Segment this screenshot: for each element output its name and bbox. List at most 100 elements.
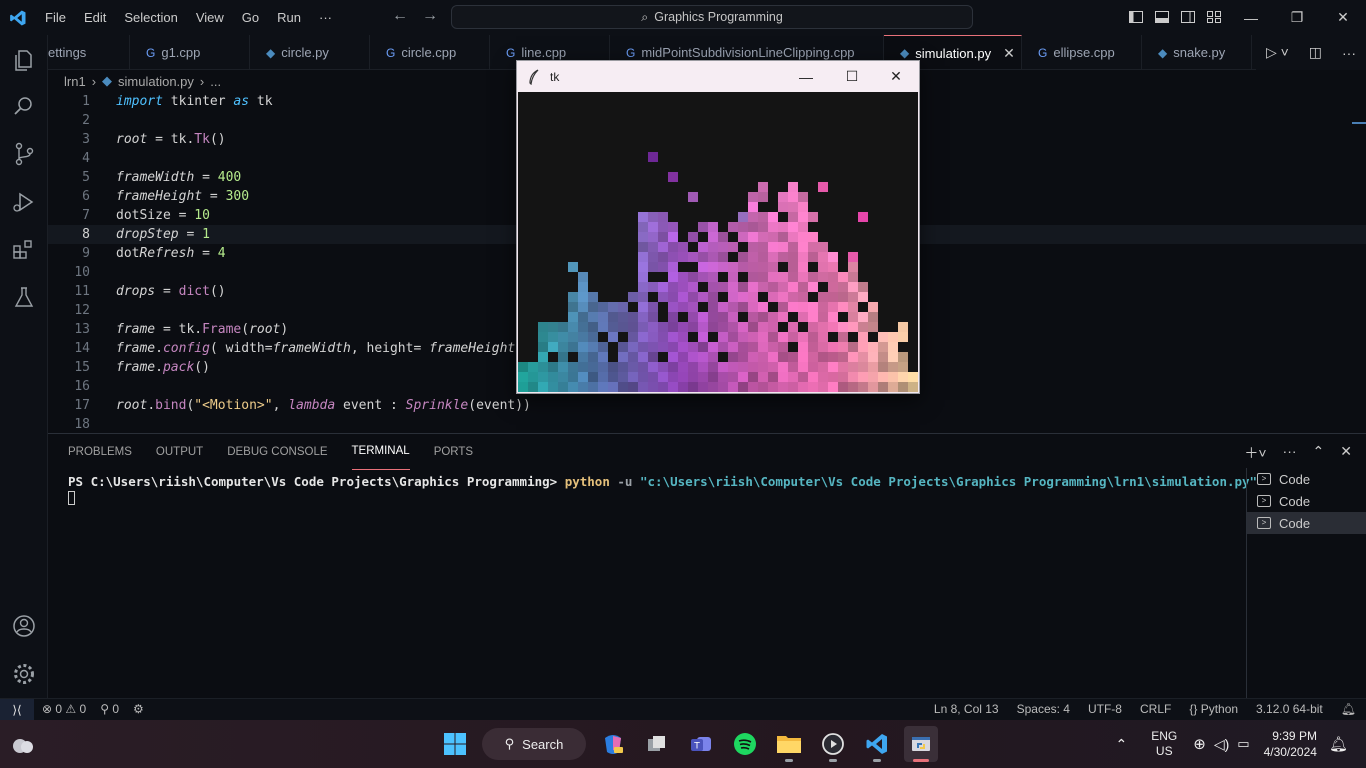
menu-file[interactable]: File [36,0,75,35]
vscode-taskbar-icon[interactable] [860,726,894,762]
command-center-search[interactable]: ⌕ Graphics Programming [451,5,973,29]
menu-selection[interactable]: Selection [115,0,186,35]
breadcrumb-folder[interactable]: lrn1 [64,74,86,89]
breadcrumb-more[interactable]: ... [210,74,221,89]
toggle-secondary-sidebar-icon[interactable] [1180,9,1196,25]
task-view-icon[interactable] [640,726,674,762]
customize-layout-icon[interactable] [1206,9,1222,25]
copilot-icon[interactable] [596,726,630,762]
tab-problems[interactable]: PROBLEMS [68,434,132,470]
spotify-icon[interactable] [728,726,762,762]
drop-pixel [638,242,648,252]
breadcrumb-file[interactable]: simulation.py [118,74,194,89]
drop-pixel [538,352,548,362]
tk-canvas-drops[interactable] [518,92,918,392]
notifications-bell-icon[interactable]: 🔔︎ [1329,735,1348,753]
encoding[interactable]: UTF-8 [1088,702,1122,716]
drop-pixel [778,372,788,382]
menu-run[interactable]: Run [268,0,310,35]
run-file-icon[interactable]: ▷ ˅ [1266,44,1289,61]
accounts-icon[interactable] [11,613,37,639]
python-interpreter[interactable]: 3.12.0 64-bit [1256,702,1323,716]
indentation[interactable]: Spaces: 4 [1017,702,1070,716]
minimize-icon[interactable]: — [783,61,829,92]
maximize-panel-icon[interactable]: ⌃ [1313,443,1325,463]
network-globe-icon[interactable]: ⊕ [1193,735,1206,753]
explorer-icon[interactable] [11,47,37,73]
drop-pixel [848,252,858,262]
close-tab-icon[interactable]: ✕ [1003,45,1015,62]
line-number: 1 [82,94,90,109]
code-line[interactable]: 17 root.bind("<Motion>", lambda event : S… [48,396,1366,415]
search-icon[interactable] [11,93,37,119]
menu-more[interactable]: ··· [310,0,341,35]
input-language[interactable]: ENG US [1151,729,1177,759]
end-of-line[interactable]: CRLF [1140,702,1171,716]
taskbar-search[interactable]: ⚲ Search [482,728,586,760]
testing-flask-icon[interactable] [11,285,37,311]
toggle-panel-icon[interactable] [1154,9,1170,25]
close-icon[interactable]: ✕ [873,61,919,92]
tab-terminal[interactable]: TERMINAL [351,434,410,470]
tab-output[interactable]: OUTPUT [156,434,203,470]
split-editor-icon[interactable]: ◫ [1309,44,1322,61]
drop-pixel [688,192,698,202]
drop-pixel [768,312,778,322]
close-panel-icon[interactable]: ✕ [1340,443,1352,463]
source-control-icon[interactable] [11,141,37,167]
tab-settings[interactable]: ettings [48,35,130,69]
teams-icon[interactable]: T [684,726,718,762]
drop-pixel [638,382,648,392]
forward-arrow-icon[interactable]: → [422,7,438,25]
maximize-icon[interactable]: ☐ [829,61,875,92]
notifications-bell-icon[interactable]: 🔔︎ [1341,702,1356,716]
tab-ellipse-cpp[interactable]: Gellipse.cpp [1022,35,1142,69]
minimize-icon[interactable]: — [1228,0,1274,35]
close-icon[interactable]: ✕ [1320,0,1366,35]
toggle-primary-sidebar-icon[interactable] [1128,9,1144,25]
menu-view[interactable]: View [187,0,233,35]
debug-status-icon[interactable]: ⚙ [133,702,144,716]
new-terminal-icon[interactable]: ＋˅ [1244,443,1266,463]
cursor-position[interactable]: Ln 8, Col 13 [934,702,999,716]
more-actions-icon[interactable]: ··· [1283,443,1297,463]
language-mode[interactable]: {} Python [1189,702,1238,716]
terminal-output[interactable]: PS C:\Users\riish\Computer\Vs Code Proje… [68,474,1257,489]
terminal-instance[interactable]: > Code [1247,468,1366,490]
start-button-icon[interactable] [438,726,472,762]
menu-go[interactable]: Go [233,0,268,35]
tab-snake-py[interactable]: ◆ snake.py [1142,35,1252,69]
problems-status[interactable]: ⊗ 0 ⚠ 0 [42,702,86,716]
tab-debug-console[interactable]: DEBUG CONSOLE [227,434,327,470]
code-line[interactable]: 18 [48,415,1366,434]
media-player-icon[interactable] [816,726,850,762]
drop-pixel [658,242,668,252]
terminal-instance[interactable]: > Code [1247,490,1366,512]
battery-icon[interactable]: ▭ [1237,736,1249,752]
run-debug-icon[interactable] [11,189,37,215]
show-hidden-icons-icon[interactable]: ⌃ [1116,736,1128,753]
tab-circle-py[interactable]: ◆ circle.py [250,35,370,69]
tk-window[interactable]: tk — ☐ ✕ [516,60,920,394]
file-explorer-icon[interactable] [772,726,806,762]
volume-icon[interactable]: ◁) [1214,736,1229,753]
remote-indicator-icon[interactable]: ⟩⟨ [0,699,34,721]
tab-g1-cpp[interactable]: Gg1.cpp [130,35,250,69]
restore-icon[interactable]: ❐ [1274,0,1320,35]
code-text: dotSize = 10 [116,208,210,223]
tab-circle-cpp[interactable]: Gcircle.cpp [370,35,490,69]
tk-title-bar[interactable]: tk — ☐ ✕ [517,61,919,92]
clock[interactable]: 9:39 PM 4/30/2024 [1264,728,1317,760]
weather-cloud-icon[interactable] [10,732,36,756]
ports-status[interactable]: ⚲ 0 [100,702,119,716]
more-actions-icon[interactable]: ··· [1342,45,1356,61]
tab-ports[interactable]: PORTS [434,434,473,470]
settings-gear-icon[interactable] [11,661,37,687]
terminal-instance[interactable]: > Code [1247,512,1366,534]
cpp-file-icon: G [626,45,636,60]
drop-pixel [838,302,848,312]
menu-edit[interactable]: Edit [75,0,115,35]
extensions-icon[interactable] [11,237,37,263]
python-taskbar-icon[interactable] [904,726,938,762]
back-arrow-icon[interactable]: ← [392,7,408,25]
